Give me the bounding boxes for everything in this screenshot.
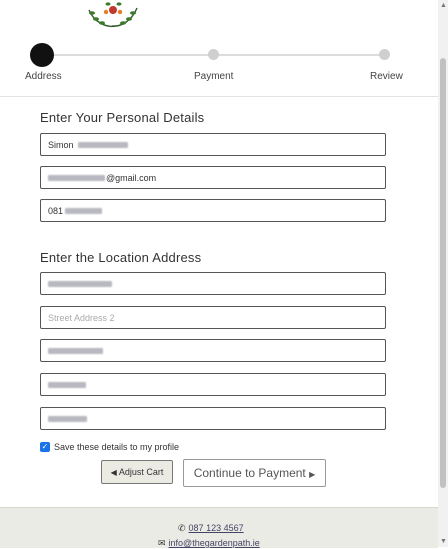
footer-phone: 087 123 4567	[188, 523, 244, 533]
full-name-value: Simon	[48, 140, 74, 150]
chevron-right-icon: ▶	[309, 470, 316, 479]
redacted-street-1	[48, 281, 112, 287]
phone-prefix: 081	[48, 206, 64, 216]
step-label-payment: Payment	[194, 71, 234, 82]
redacted-email-user	[48, 175, 105, 181]
continue-to-payment-button[interactable]: Continue to Payment ▶	[183, 459, 326, 487]
step-dot-address	[30, 43, 54, 67]
scroll-thumb[interactable]	[440, 58, 446, 488]
full-name-field[interactable]: Simon	[40, 133, 386, 156]
town-field[interactable]	[40, 339, 386, 362]
phone-field[interactable]: 081	[40, 199, 386, 222]
redacted-surname	[78, 142, 128, 148]
step-label-address: Address	[25, 71, 62, 82]
footer-phone-link[interactable]: ✆ 087 123 4567	[178, 523, 244, 534]
personal-details-title: Enter Your Personal Details	[40, 110, 205, 125]
step-label-review: Review	[370, 71, 403, 82]
scroll-up-icon[interactable]: ▲	[440, 2, 447, 9]
step-dot-review	[379, 49, 390, 60]
chevron-left-icon: ◀	[110, 468, 117, 477]
envelope-icon: ✉	[158, 538, 166, 548]
redacted-phone	[65, 208, 102, 214]
footer: ✆ 087 123 4567 ✉ info@thegardenpath.ie	[0, 507, 438, 548]
eircode-field[interactable]	[40, 407, 386, 430]
county-field[interactable]	[40, 373, 386, 396]
page-scrollbar[interactable]: ▲ ▼	[438, 0, 448, 547]
save-details-checkbox[interactable]: ✓	[40, 442, 50, 452]
email-field[interactable]: @gmail.com	[40, 166, 386, 189]
redacted-town	[48, 348, 103, 354]
scroll-down-icon[interactable]: ▼	[440, 538, 447, 545]
street-address-1-field[interactable]	[40, 272, 386, 295]
adjust-cart-button[interactable]: ◀ Adjust Cart	[101, 460, 173, 484]
phone-icon: ✆	[178, 523, 186, 533]
location-address-title: Enter the Location Address	[40, 250, 202, 265]
save-details-label: Save these details to my profile	[54, 442, 180, 452]
street-address-2-field[interactable]	[40, 306, 386, 329]
continue-label: Continue to Payment	[193, 466, 306, 480]
adjust-cart-label: Adjust Cart	[118, 467, 164, 477]
checkout-stepper: Address Payment Review	[0, 40, 438, 97]
redacted-eircode	[48, 416, 87, 422]
garden-logo	[88, 2, 138, 28]
redacted-county	[48, 382, 86, 388]
step-dot-payment	[208, 49, 219, 60]
footer-email-link[interactable]: ✉ info@thegardenpath.ie	[158, 538, 260, 549]
email-domain: @gmail.com	[106, 173, 157, 183]
